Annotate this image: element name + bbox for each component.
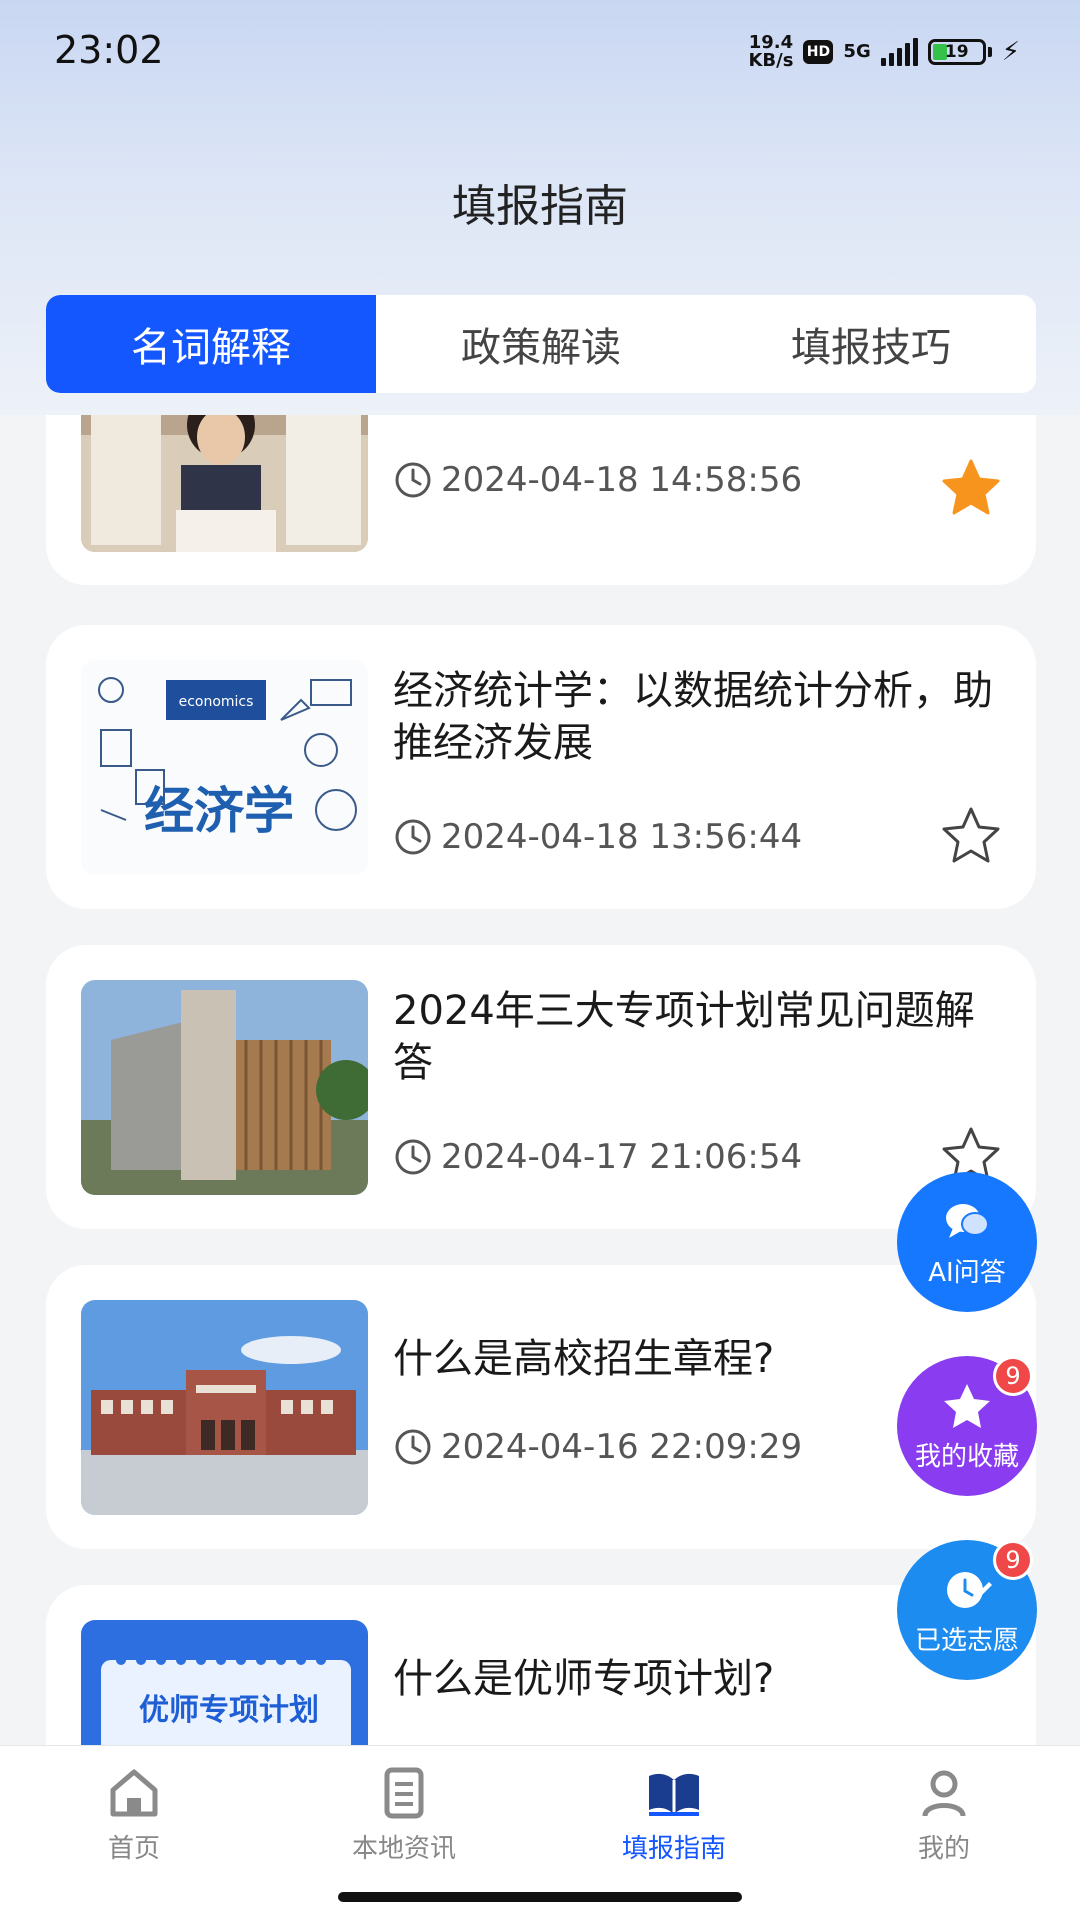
star-icon (944, 1383, 990, 1428)
article-title: 经济统计学：以数据统计分析，助推经济发展 (393, 668, 993, 766)
clock-icon (395, 1139, 431, 1175)
status-bar: 23:02 19.4 KB/s HD 5G 19 ⚡ (0, 0, 1080, 100)
article-time-text: 2024-04-17 21:06:54 (441, 1137, 803, 1177)
nav-profile[interactable]: 我的 (844, 1764, 1044, 1865)
nav-home[interactable]: 首页 (34, 1764, 234, 1865)
economics-big-text: 经济学 (144, 782, 294, 840)
nav-guide-label: 填报指南 (621, 1834, 726, 1864)
net-speed: 19.4 KB/s (748, 34, 793, 70)
economics-tag: economics (179, 694, 254, 710)
clock-icon (395, 819, 431, 855)
page-title: 填报指南 (452, 181, 628, 232)
article-time: 2024-04-18 14:58:56 (393, 460, 802, 500)
chat-bubble-icon (946, 1203, 989, 1238)
nav-profile-label: 我的 (917, 1834, 970, 1864)
article-time-text: 2024-04-18 14:58:56 (441, 460, 803, 500)
article-card[interactable]: 什么是高校招生章程? 2024-04-16 22:09:29 (46, 1265, 1036, 1549)
selected-choices-button[interactable]: 已选志愿 9 (897, 1540, 1037, 1680)
selected-count-badge: 9 (993, 1540, 1033, 1580)
hd-icon: HD (803, 40, 834, 64)
network-type: 5G (843, 41, 871, 62)
favorites-count-badge: 9 (993, 1356, 1033, 1396)
clock-icon (395, 462, 431, 498)
article-thumbnail (81, 415, 368, 552)
nav-home-label: 首页 (107, 1834, 160, 1864)
battery-icon: 19 (927, 39, 986, 65)
status-indicators: 19.4 KB/s HD 5G 19 ⚡ (748, 30, 1020, 74)
home-indicator[interactable] (338, 1892, 742, 1902)
article-card[interactable]: 2024年三大专项计划常见问题解答 2024-04-17 21:06:54 (46, 945, 1036, 1229)
article-thumbnail: 优师专项计划 (81, 1620, 368, 1745)
article-title: 2024年三大专项计划常见问题解答 (393, 988, 975, 1086)
article-title: 什么是优师专项计划? (393, 1656, 775, 1702)
nav-local-news[interactable]: 本地资讯 (304, 1764, 504, 1865)
tab-tips[interactable]: 填报技巧 (706, 295, 1036, 393)
article-time: 2024-04-18 13:56:44 (393, 817, 802, 857)
open-book-icon (649, 1773, 699, 1816)
article-time: 2024-04-17 21:06:54 (393, 1137, 802, 1177)
tab-bar: 名词解释 政策解读 填报技巧 (46, 295, 1036, 393)
ai-qa-label: AI问答 (928, 1257, 1006, 1288)
article-list: 2024-04-18 14:58:56 economics 经济学 经济统计学：… (0, 415, 1080, 1745)
youshi-banner-text: 优师专项计划 (139, 1693, 319, 1728)
signal-icon (880, 38, 918, 66)
star-filled-icon[interactable] (940, 457, 1002, 519)
status-time: 23:02 (54, 28, 164, 72)
nav-guide[interactable]: 填报指南 (574, 1764, 774, 1865)
article-thumbnail (81, 1300, 368, 1515)
battery-cap (987, 47, 992, 57)
article-time: 2024-04-16 22:09:29 (393, 1427, 802, 1467)
clock-icon (395, 1429, 431, 1465)
article-thumbnail (81, 980, 368, 1195)
selected-choices-label: 已选志愿 (914, 1625, 1019, 1656)
nav-local-news-label: 本地资讯 (351, 1834, 456, 1864)
ai-qa-button[interactable]: AI问答 (897, 1172, 1037, 1312)
star-outline-icon[interactable] (940, 805, 1002, 867)
clock-pen-icon (947, 1571, 992, 1608)
article-card[interactable]: 2024-04-18 14:58:56 (46, 415, 1036, 585)
article-card[interactable]: 优师专项计划 什么是优师专项计划? (46, 1585, 1036, 1745)
article-card[interactable]: economics 经济学 经济统计学：以数据统计分析，助推经济发展 2024-… (46, 625, 1036, 909)
charging-icon: ⚡ (1001, 37, 1020, 67)
document-icon (384, 1767, 424, 1819)
tab-terms[interactable]: 名词解释 (46, 295, 376, 393)
net-speed-unit: KB/s (748, 50, 794, 71)
my-favorites-button[interactable]: 我的收藏 9 (897, 1356, 1037, 1496)
my-favorites-label: 我的收藏 (914, 1441, 1019, 1472)
battery-level: 19 (944, 42, 969, 62)
home-icon (110, 1769, 158, 1817)
tab-policy[interactable]: 政策解读 (376, 295, 706, 393)
user-icon (922, 1770, 966, 1817)
article-time-text: 2024-04-18 13:56:44 (441, 817, 803, 857)
article-time-text: 2024-04-16 22:09:29 (441, 1427, 803, 1467)
article-title: 什么是高校招生章程? (393, 1336, 775, 1382)
article-thumbnail: economics 经济学 (81, 660, 368, 875)
